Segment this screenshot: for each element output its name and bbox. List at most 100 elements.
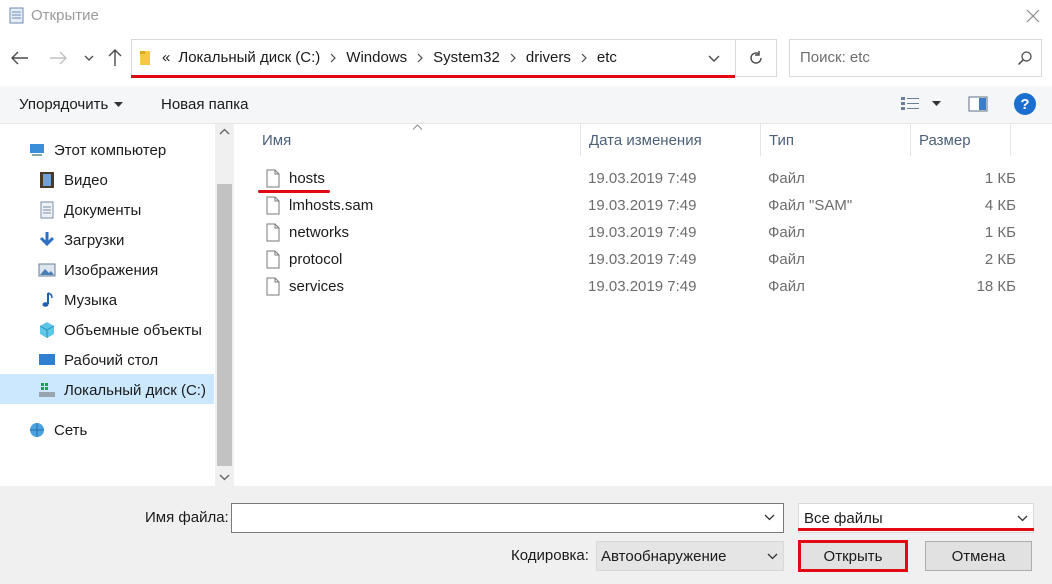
breadcrumb-item-system32[interactable]: System32 <box>429 49 504 66</box>
caret-down-icon[interactable] <box>932 101 941 107</box>
pictures-icon <box>38 263 56 277</box>
sidebar-item-music[interactable]: Музыка <box>38 285 117 315</box>
column-header-label: Тип <box>769 131 795 149</box>
file-date: 19.03.2019 7:49 <box>588 197 697 214</box>
notepad-icon <box>9 7 24 24</box>
file-date: 19.03.2019 7:49 <box>588 224 697 241</box>
sidebar-item-label: Этот компьютер <box>54 141 167 159</box>
chevron-right-icon[interactable] <box>579 53 589 63</box>
sidebar-item-this-pc[interactable]: Этот компьютер <box>28 135 166 165</box>
column-header-label: Дата изменения <box>589 131 702 149</box>
file-row[interactable]: protocol 19.03.2019 7:49 Файл 2 КБ <box>260 246 1040 273</box>
sidebar-item-local-disk[interactable]: Локальный диск (C:) <box>38 375 206 405</box>
sidebar-item-label: Локальный диск (C:) <box>64 381 206 399</box>
column-header-date[interactable]: Дата изменения <box>581 124 761 156</box>
column-header-size[interactable]: Размер <box>911 124 1011 156</box>
breadcrumb-overflow[interactable]: « <box>158 49 174 66</box>
file-name: protocol <box>289 251 343 268</box>
breadcrumb-item-local-disk[interactable]: Локальный диск (C:) <box>174 49 324 66</box>
file-type: Файл <box>768 170 805 187</box>
file-row[interactable]: networks 19.03.2019 7:49 Файл 1 КБ <box>260 219 1040 246</box>
view-options-icon[interactable] <box>900 96 920 112</box>
column-header-label: Имя <box>262 131 292 149</box>
sidebar-item-3d-objects[interactable]: Объемные объекты <box>38 315 202 345</box>
address-highlight-underline <box>131 75 735 78</box>
network-icon <box>30 423 44 437</box>
file-date: 19.03.2019 7:49 <box>588 170 697 187</box>
breadcrumb-item-windows[interactable]: Windows <box>342 49 411 66</box>
back-button[interactable] <box>8 46 32 70</box>
file-type: Файл "SAM" <box>768 197 853 214</box>
sidebar-item-label: Изображения <box>64 261 159 279</box>
sidebar-item-label: Объемные объекты <box>64 321 202 339</box>
sidebar-item-label: Документы <box>64 201 142 219</box>
refresh-icon <box>750 51 762 64</box>
chevron-right-icon[interactable] <box>508 53 518 63</box>
sidebar-scrollbar[interactable] <box>215 124 234 486</box>
sidebar-item-label: Музыка <box>64 291 118 309</box>
filename-input[interactable] <box>231 503 784 533</box>
close-icon[interactable] <box>1022 5 1044 27</box>
file-size: 4 КБ <box>984 197 1016 214</box>
filename-label: Имя файла: <box>145 509 229 526</box>
sidebar-item-pictures[interactable]: Изображения <box>38 255 158 285</box>
forward-button[interactable] <box>46 46 70 70</box>
chevron-down-icon[interactable] <box>764 514 775 521</box>
column-header-label: Размер <box>919 131 971 149</box>
refresh-button[interactable] <box>735 39 777 77</box>
up-button[interactable] <box>103 46 127 70</box>
address-bar[interactable]: « Локальный диск (C:) Windows System32 d… <box>131 39 735 77</box>
file-row[interactable]: hosts 19.03.2019 7:49 Файл 1 КБ <box>260 165 1040 192</box>
sidebar-item-desktop[interactable]: Рабочий стол <box>38 345 158 375</box>
sidebar-item-downloads[interactable]: Загрузки <box>38 225 124 255</box>
column-header-type[interactable]: Тип <box>761 124 911 156</box>
window-title: Открытие <box>31 7 99 24</box>
file-size: 1 КБ <box>984 224 1016 241</box>
help-button[interactable]: ? <box>1014 93 1036 115</box>
file-name: hosts <box>289 170 325 187</box>
folder-icon <box>140 51 150 65</box>
sidebar-item-network[interactable]: Сеть <box>28 415 87 445</box>
file-row[interactable]: services 19.03.2019 7:49 Файл 18 КБ <box>260 273 1040 300</box>
search-input[interactable]: Поиск: etc <box>789 39 1042 77</box>
cancel-button[interactable]: Отмена <box>925 541 1032 571</box>
file-name: networks <box>289 224 350 241</box>
arrow-up-icon <box>108 49 122 66</box>
file-size: 1 КБ <box>984 170 1016 187</box>
preview-pane-icon[interactable] <box>968 96 988 112</box>
file-icon <box>266 196 280 215</box>
recent-locations-button[interactable] <box>77 46 101 70</box>
search-icon[interactable] <box>1017 50 1033 66</box>
scrollbar-thumb[interactable] <box>217 184 232 466</box>
sidebar-item-label: Загрузки <box>64 231 125 249</box>
encoding-value: Автообнаружение <box>601 548 727 565</box>
sidebar-item-documents[interactable]: Документы <box>38 195 141 225</box>
sidebar-item-video[interactable]: Видео <box>38 165 108 195</box>
chevron-down-icon[interactable] <box>704 48 724 68</box>
scroll-up-icon[interactable] <box>219 128 230 135</box>
encoding-label: Кодировка: <box>511 547 589 564</box>
3d-objects-icon <box>39 322 55 338</box>
file-name: services <box>289 278 345 295</box>
desktop-icon <box>39 354 55 365</box>
file-type: Файл <box>768 251 805 268</box>
open-button[interactable]: Открыть <box>798 540 908 572</box>
breadcrumb-item-etc[interactable]: etc <box>593 49 621 66</box>
column-header-name[interactable]: Имя <box>254 124 581 156</box>
new-folder-button[interactable]: Новая папка <box>161 96 248 113</box>
organize-button[interactable]: Упорядочить <box>19 96 124 113</box>
chevron-right-icon[interactable] <box>415 53 425 63</box>
scroll-down-icon[interactable] <box>219 474 230 481</box>
file-icon <box>266 223 280 242</box>
file-icon <box>266 169 280 188</box>
drive-icon <box>39 383 55 397</box>
sidebar-item-label: Сеть <box>54 421 88 439</box>
chevron-right-icon[interactable] <box>328 53 338 63</box>
file-type: Файл <box>768 224 805 241</box>
file-icon <box>266 277 280 296</box>
file-row[interactable]: lmhosts.sam 19.03.2019 7:49 Файл "SAM" 4… <box>260 192 1040 219</box>
encoding-select[interactable]: Автообнаружение <box>596 541 784 571</box>
caret-down-icon <box>114 101 124 107</box>
breadcrumb-item-drivers[interactable]: drivers <box>522 49 575 66</box>
file-size: 18 КБ <box>976 278 1016 295</box>
